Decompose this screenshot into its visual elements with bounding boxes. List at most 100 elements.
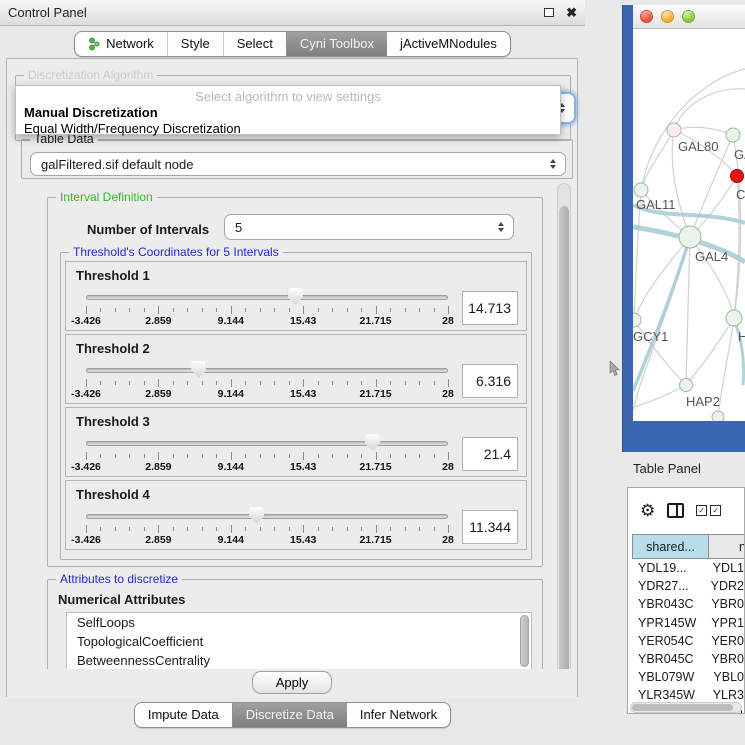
tick-mark (216, 454, 217, 458)
axis-tick-label: 21.715 (360, 461, 392, 473)
axis-tick-label: 15.43 (290, 461, 316, 473)
threshold-value-field[interactable]: 11.344 (462, 510, 518, 544)
threshold-slider[interactable]: -3.4262.8599.14415.4321.71528 (86, 432, 448, 476)
tab-jactivemnodules[interactable]: jActiveMNodules (387, 32, 510, 56)
bottom-tab-group: Impute DataDiscretize DataInfer Network (134, 702, 451, 728)
table-row[interactable]: YDR27...YDR2 (632, 577, 744, 595)
tick-mark (274, 454, 275, 458)
panel-scrollbar-thumb[interactable] (559, 206, 569, 690)
attribute-list-item[interactable]: TopologicalCoefficient (67, 632, 531, 651)
axis-tick-label: 15.43 (290, 534, 316, 546)
tick-mark (100, 454, 101, 458)
tick-mark (405, 454, 406, 458)
slider-track[interactable] (86, 368, 448, 373)
table-row[interactable]: YDL19...YDL1 (632, 559, 744, 577)
threshold-slider[interactable]: -3.4262.8599.14415.4321.71528 (86, 505, 448, 549)
axis-tick-label: 15.43 (290, 315, 316, 327)
tick-mark (245, 381, 246, 385)
threshold-value-field[interactable]: 14.713 (462, 291, 518, 325)
apply-button[interactable]: Apply (252, 671, 332, 694)
algorithm-option-equal-width[interactable]: Equal Width/Frequency Discretization (16, 120, 560, 136)
network-node-gal4[interactable] (679, 226, 701, 248)
slider-track[interactable] (86, 441, 448, 446)
checkbox-column-icon[interactable]: ✓ (696, 505, 707, 516)
column-header-shared-name[interactable]: shared... (632, 534, 709, 559)
panel-scrollbar[interactable] (557, 183, 571, 695)
slider-handle[interactable] (288, 288, 303, 305)
network-edge (633, 385, 686, 407)
attribute-list-item[interactable]: SelfLoops (67, 613, 531, 632)
table-toolbar: ⚙ ✓ ✓ (628, 488, 744, 532)
list-scrollbar-thumb[interactable] (520, 615, 529, 667)
threshold-slider[interactable]: -3.4262.8599.14415.4321.71528 (86, 286, 448, 330)
axis-tick-label: 15.43 (290, 388, 316, 400)
interval-definition-title: Interval Definition (56, 190, 157, 204)
tab-impute-data[interactable]: Impute Data (135, 703, 232, 727)
tick-mark (448, 379, 449, 387)
threshold-value-field[interactable]: 6.316 (462, 364, 518, 398)
close-traffic-light-icon[interactable] (640, 10, 653, 23)
tab-discretize-data[interactable]: Discretize Data (232, 703, 347, 727)
slider-handle[interactable] (191, 361, 206, 378)
minimize-traffic-light-icon[interactable] (661, 10, 674, 23)
combo-arrows-icon (498, 222, 504, 232)
checkbox-column-icon[interactable]: ✓ (710, 505, 721, 516)
threshold-value-field[interactable]: 21.4 (462, 437, 518, 471)
zoom-traffic-light-icon[interactable] (682, 10, 695, 23)
network-canvas[interactable]: GAL80GACGAL11GAL4GCY1HHAP2 (633, 29, 745, 421)
network-view-window[interactable]: GAL80GACGAL11GAL4GCY1HHAP2 (622, 5, 745, 452)
tick-mark (129, 527, 130, 531)
network-node[interactable] (712, 411, 724, 421)
axis-tick-label: 28 (442, 534, 454, 546)
table-row[interactable]: YPR145WYPR1 (632, 614, 744, 632)
slider-handle[interactable] (365, 434, 380, 451)
tick-mark (86, 306, 87, 314)
network-node-h[interactable] (726, 310, 742, 326)
network-node-label: HAP2 (686, 394, 720, 409)
network-node-gcy1[interactable] (633, 313, 641, 327)
network-node-gal80[interactable] (667, 123, 681, 137)
tick-mark (144, 454, 145, 458)
threshold-block-3: Threshold 3-3.4262.8599.14415.4321.71528… (65, 407, 527, 477)
tick-mark (202, 454, 203, 458)
network-node-hap2[interactable] (680, 379, 693, 392)
tab-cyni-toolbox[interactable]: Cyni Toolbox (286, 32, 387, 56)
table-hscrollbar-thumb[interactable] (632, 704, 733, 711)
numerical-attributes-list[interactable]: SelfLoopsTopologicalCoefficientBetweenne… (66, 612, 532, 669)
tab-style[interactable]: Style (167, 32, 223, 56)
table-row[interactable]: YBR045CYBR0 (632, 650, 744, 668)
split-view-icon[interactable] (667, 503, 684, 518)
tab-label: Select (237, 36, 273, 51)
network-node-gal11[interactable] (634, 183, 648, 197)
tick-mark (86, 379, 87, 387)
threshold-label: Threshold 4 (66, 481, 526, 502)
gear-icon[interactable]: ⚙ (640, 502, 655, 519)
tab-select[interactable]: Select (223, 32, 286, 56)
network-edge-highlighted (633, 237, 690, 391)
column-header-name[interactable]: na (709, 534, 745, 559)
slider-track[interactable] (86, 295, 448, 300)
threshold-row: -3.4262.8599.14415.4321.7152821.4 (66, 432, 526, 476)
tab-infer-network[interactable]: Infer Network (347, 703, 450, 727)
table-row[interactable]: YER054CYER0 (632, 632, 744, 650)
tick-mark (100, 381, 101, 385)
table-data-combobox[interactable]: galFiltered.sif default node (30, 152, 566, 176)
table-hscrollbar[interactable] (630, 702, 742, 713)
close-icon[interactable]: ✖ (566, 6, 577, 19)
threshold-value: 21.4 (484, 446, 511, 462)
float-window-icon[interactable] (544, 8, 554, 17)
slider-handle[interactable] (249, 507, 264, 524)
table-row[interactable]: YBL079WYBL0 (632, 668, 744, 686)
network-node-c[interactable] (731, 170, 744, 183)
slider-track[interactable] (86, 514, 448, 519)
network-node-ga[interactable] (726, 128, 740, 142)
number-of-intervals-label: Number of Intervals (87, 222, 209, 237)
table-row[interactable]: YBR043CYBR0 (632, 595, 744, 613)
number-of-intervals-combobox[interactable]: 5 (224, 214, 514, 240)
algorithm-option-manual[interactable]: Manual Discretization (16, 104, 560, 120)
attribute-list-item[interactable]: BetweennessCentrality (67, 651, 531, 669)
threshold-slider[interactable]: -3.4262.8599.14415.4321.71528 (86, 359, 448, 403)
tab-network[interactable]: Network (75, 32, 167, 56)
tick-mark (390, 381, 391, 385)
network-node-label: GAL11 (636, 197, 676, 212)
